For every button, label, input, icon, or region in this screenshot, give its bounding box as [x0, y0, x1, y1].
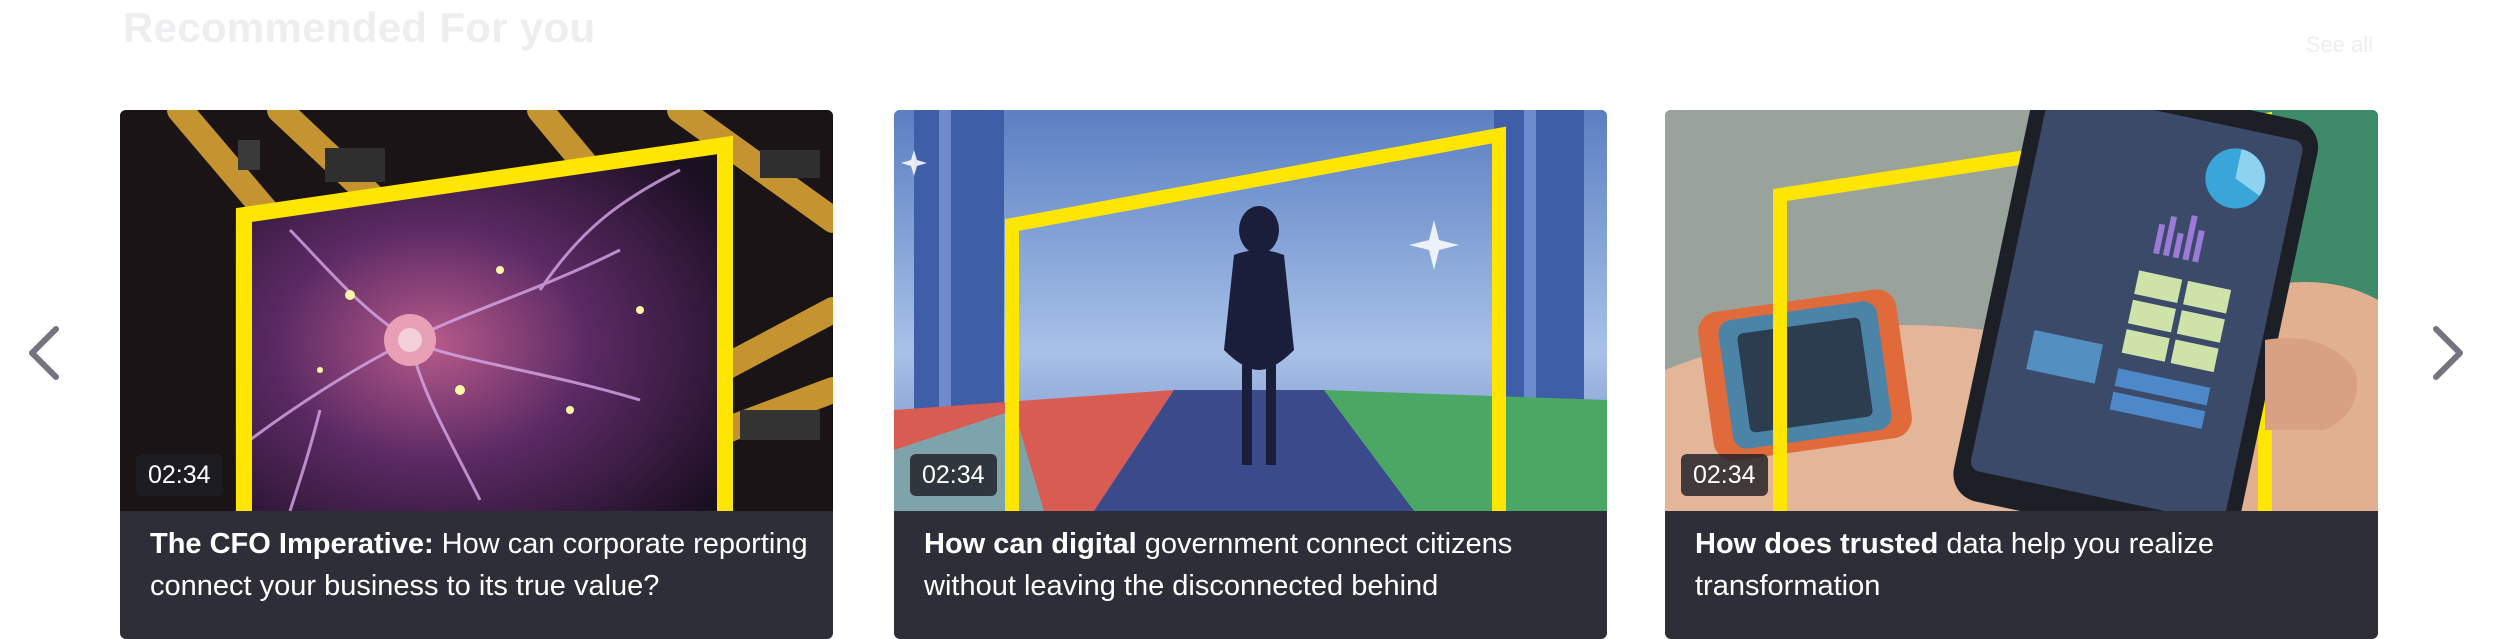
video-card-trusted-data[interactable]: 02:34 How does trusted data help you rea… — [1665, 110, 2378, 639]
chevron-right-icon — [2433, 326, 2463, 380]
video-card-cfo-imperative[interactable]: 02:34 The CFO Imperative: How can corpor… — [120, 110, 833, 639]
video-card-title: How does trusted data help you realize t… — [1695, 523, 2355, 607]
video-duration-badge: 02:34 — [1681, 454, 1768, 496]
video-thumbnail-digital-hall: 02:34 — [894, 110, 1607, 511]
see-all-link[interactable]: See all — [2306, 32, 2373, 58]
video-thumbnail-smartwatch-phone: 02:34 — [1665, 110, 2378, 511]
video-card-title-bold: How can digital — [924, 528, 1137, 560]
section-title: Recommended For you — [123, 4, 596, 51]
video-card-title: The CFO Imperative: How can corporate re… — [150, 523, 810, 607]
video-card-title-bold: How does trusted — [1695, 528, 1939, 560]
video-duration-badge: 02:34 — [910, 454, 997, 496]
video-card-digital-government[interactable]: 02:34 How can digital government connect… — [894, 110, 1607, 639]
chevron-left-icon — [29, 326, 59, 380]
video-duration-badge: 02:34 — [136, 454, 223, 496]
video-thumbnail-neurons: 02:34 — [120, 110, 833, 511]
video-card-title-bold: The CFO Imperative: — [150, 528, 434, 560]
section-header: Recommended For you See all — [123, 0, 2373, 70]
video-card-title: How can digital government connect citiz… — [924, 523, 1584, 607]
carousel-next-button[interactable] — [2418, 318, 2478, 388]
carousel-prev-button[interactable] — [14, 318, 74, 388]
